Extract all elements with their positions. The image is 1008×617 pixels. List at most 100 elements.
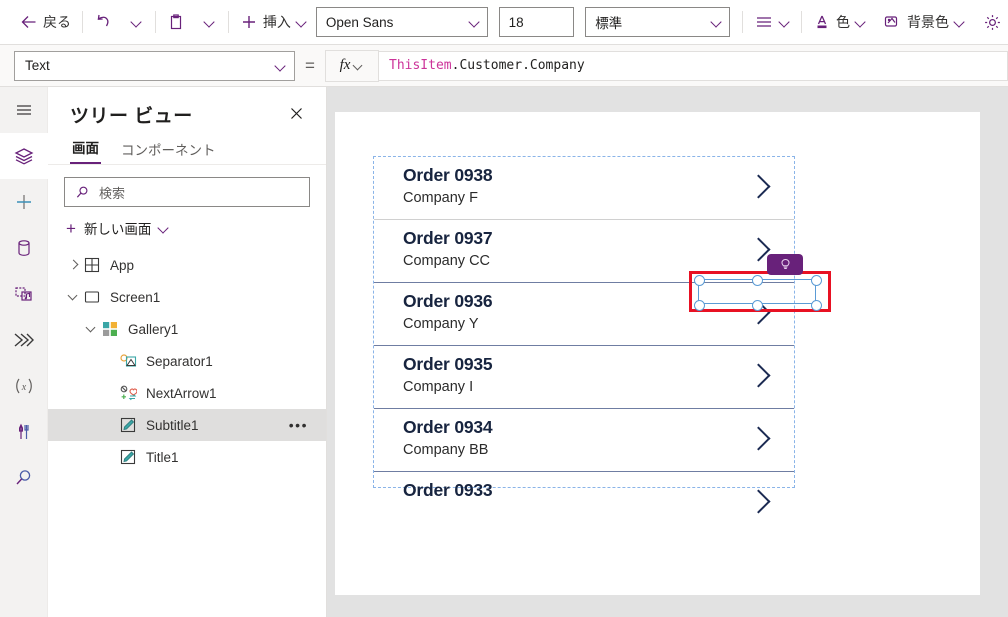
- divider: [82, 11, 83, 33]
- chevron-down-icon: [856, 17, 866, 27]
- chevron-down-icon[interactable]: [66, 289, 82, 305]
- tree-item-app[interactable]: App: [48, 249, 326, 281]
- fx-label: fx: [340, 57, 351, 74]
- tree-item-subtitle1[interactable]: Subtitle1 •••: [48, 409, 326, 441]
- chevron-down-icon[interactable]: [84, 321, 100, 337]
- variables-icon: x: [12, 375, 36, 397]
- align-button[interactable]: [748, 6, 796, 38]
- layers-icon: [13, 145, 35, 167]
- gallery-row[interactable]: Order 0938 Company F: [374, 157, 794, 220]
- label-icon: [118, 416, 138, 434]
- gallery-control[interactable]: Order 0938 Company F Order 0937 Company …: [374, 157, 794, 487]
- property-dropdown[interactable]: Text: [14, 51, 295, 81]
- chevron-down-icon: [712, 17, 722, 27]
- app-screen-canvas[interactable]: Order 0938 Company F Order 0937 Company …: [335, 112, 980, 595]
- app-checker-button[interactable]: [0, 409, 48, 455]
- formula-input[interactable]: ThisItem.Customer.Company: [379, 51, 1008, 81]
- next-arrow-icon[interactable]: [748, 488, 772, 518]
- close-glyph: [289, 106, 304, 121]
- search-container: 検索: [48, 165, 326, 213]
- gallery-row-subtitle: Company I: [403, 379, 794, 395]
- formula-bar: Text = fx ThisItem.Customer.Company: [0, 45, 1008, 87]
- text-color-button[interactable]: 色: [807, 6, 872, 38]
- gallery-icon: [100, 320, 120, 338]
- gallery-row-subtitle[interactable]: Company F: [403, 190, 794, 206]
- fx-button[interactable]: fx: [325, 50, 379, 82]
- gallery-row[interactable]: Order 0935 Company I: [374, 346, 794, 409]
- close-icon[interactable]: [285, 104, 308, 126]
- tree-item-title1[interactable]: Title1: [48, 441, 326, 473]
- gallery-row-subtitle: Company Y: [403, 316, 794, 332]
- resize-handle-top-center[interactable]: [752, 275, 763, 286]
- chevron-right-icon[interactable]: [66, 257, 82, 273]
- tree-view-header: ツリー ビュー: [48, 87, 326, 136]
- fill-color-button[interactable]: 背景色: [876, 6, 971, 38]
- divider: [228, 11, 229, 33]
- fill-bucket-icon: [882, 13, 902, 31]
- tree-item-screen1[interactable]: Screen1: [48, 281, 326, 313]
- gallery-row[interactable]: Order 0934 Company BB: [374, 409, 794, 472]
- next-arrow-icon[interactable]: [748, 173, 772, 203]
- font-weight-dropdown[interactable]: 標準: [585, 7, 730, 37]
- search-input[interactable]: 検索: [64, 177, 310, 207]
- data-panel-button[interactable]: [0, 225, 48, 271]
- settings-button[interactable]: [977, 6, 1008, 38]
- tree-item-label: Separator1: [146, 354, 213, 369]
- tab-screens[interactable]: 画面: [70, 137, 101, 164]
- power-automate-button[interactable]: [0, 317, 48, 363]
- plus-icon: +: [66, 220, 76, 237]
- resize-handle-top-right[interactable]: [811, 275, 822, 286]
- font-weight-value: 標準: [595, 12, 622, 32]
- font-size-input[interactable]: 18: [499, 7, 575, 37]
- resize-handle-top-left[interactable]: [694, 275, 705, 286]
- ideas-badge[interactable]: [767, 254, 803, 275]
- next-arrow-icon[interactable]: [748, 425, 772, 455]
- app-icon: [82, 256, 102, 274]
- resize-handle-bottom-center[interactable]: [752, 300, 763, 311]
- formula-token-thisitem: ThisItem: [389, 58, 452, 73]
- tree-item-label: Screen1: [110, 290, 160, 305]
- tree-item-overflow-button[interactable]: •••: [289, 417, 308, 433]
- gallery-row[interactable]: Order 0933: [374, 472, 794, 535]
- spacer: [102, 449, 118, 465]
- insert-button[interactable]: 挿入: [234, 6, 313, 38]
- undo-dropdown[interactable]: [118, 6, 150, 38]
- tree-item-label: Gallery1: [128, 322, 178, 337]
- next-arrow-icon[interactable]: [748, 362, 772, 392]
- resize-handle-bottom-right[interactable]: [811, 300, 822, 311]
- tree-item-separator1[interactable]: Separator1: [48, 345, 326, 377]
- chevron-down-icon: [955, 17, 965, 27]
- canvas-area[interactable]: Order 0938 Company F Order 0937 Company …: [327, 87, 1008, 617]
- formula-rest: .Customer.Company: [452, 58, 585, 73]
- font-name-dropdown[interactable]: Open Sans: [316, 7, 488, 37]
- undo-button[interactable]: [88, 6, 118, 38]
- menu-button[interactable]: [0, 87, 48, 133]
- gallery-row-title: Order 0935: [403, 354, 794, 375]
- tab-components[interactable]: コンポーネント: [119, 139, 218, 164]
- gallery-row-subtitle: Company BB: [403, 442, 794, 458]
- media-panel-button[interactable]: [0, 271, 48, 317]
- new-screen-button[interactable]: + 新しい画面: [48, 213, 326, 243]
- tree-item-nextarrow1[interactable]: NextArrow1: [48, 377, 326, 409]
- separator-icon: [118, 352, 138, 370]
- undo-icon: [94, 13, 112, 31]
- label-icon: [118, 448, 138, 466]
- tree-item-gallery1[interactable]: Gallery1: [48, 313, 326, 345]
- search-button[interactable]: [0, 455, 48, 501]
- resize-handle-bottom-left[interactable]: [694, 300, 705, 311]
- tools-icon: [14, 421, 34, 443]
- align-icon: [754, 13, 774, 31]
- gallery-row-subtitle: Company CC: [403, 253, 794, 269]
- tree-view-button[interactable]: [0, 133, 48, 179]
- plus-icon: [13, 191, 35, 213]
- paste-button[interactable]: [161, 6, 191, 38]
- svg-text:x: x: [21, 382, 27, 393]
- font-name-value: Open Sans: [326, 15, 394, 30]
- paste-dropdown[interactable]: [191, 6, 223, 38]
- spacer: [102, 353, 118, 369]
- back-button[interactable]: 戻る: [14, 6, 77, 38]
- tree-item-label: App: [110, 258, 134, 273]
- insert-panel-button[interactable]: [0, 179, 48, 225]
- tree-item-label: Title1: [146, 450, 179, 465]
- variables-button[interactable]: x: [0, 363, 48, 409]
